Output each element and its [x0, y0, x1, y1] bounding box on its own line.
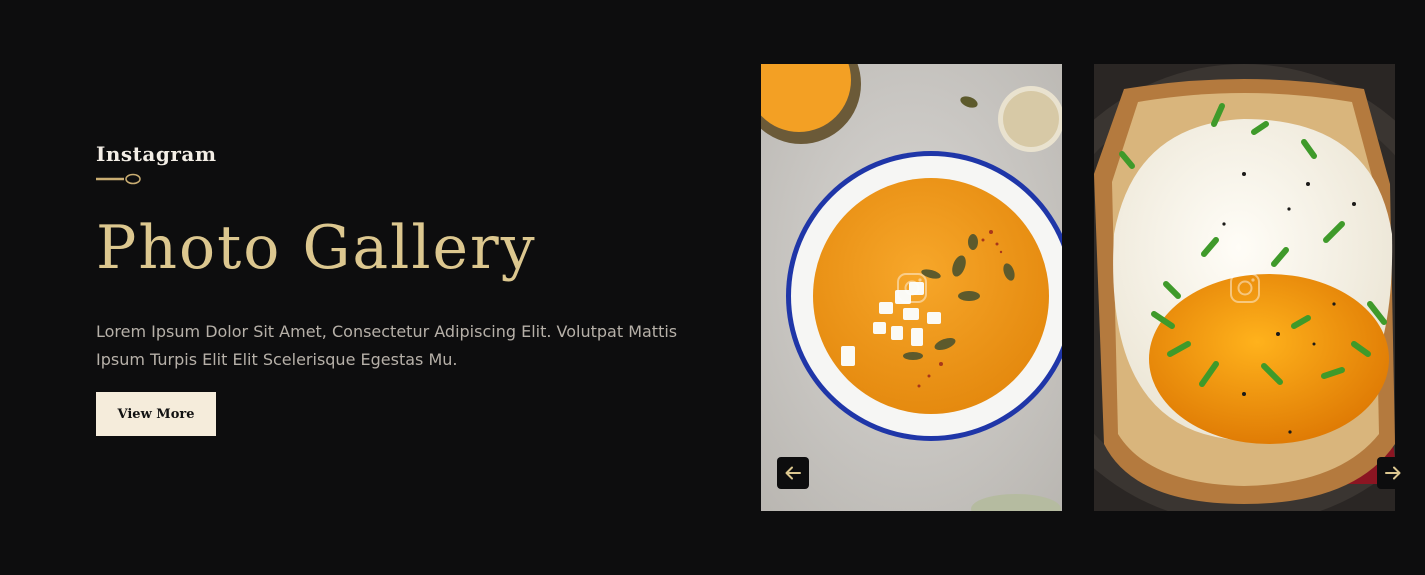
page-title: Photo Gallery	[96, 213, 537, 283]
section-subtitle: Instagram	[96, 142, 217, 166]
gallery-item-egg[interactable]	[1094, 64, 1395, 511]
arrow-left-icon	[785, 466, 801, 480]
gallery-item-soup[interactable]	[761, 64, 1062, 511]
instagram-icon	[1229, 272, 1260, 303]
spoon-divider-icon	[96, 173, 141, 185]
section-description: Lorem Ipsum Dolor Sit Amet, Consectetur …	[96, 322, 678, 369]
gallery-next-button[interactable]	[1377, 457, 1409, 489]
instagram-icon	[896, 272, 927, 303]
view-more-button[interactable]: View More	[96, 392, 216, 436]
gallery-prev-button[interactable]	[777, 457, 809, 489]
photo-gallery-section: Instagram Photo Gallery Lorem Ipsum Dolo…	[0, 0, 1425, 575]
arrow-right-icon	[1385, 466, 1401, 480]
